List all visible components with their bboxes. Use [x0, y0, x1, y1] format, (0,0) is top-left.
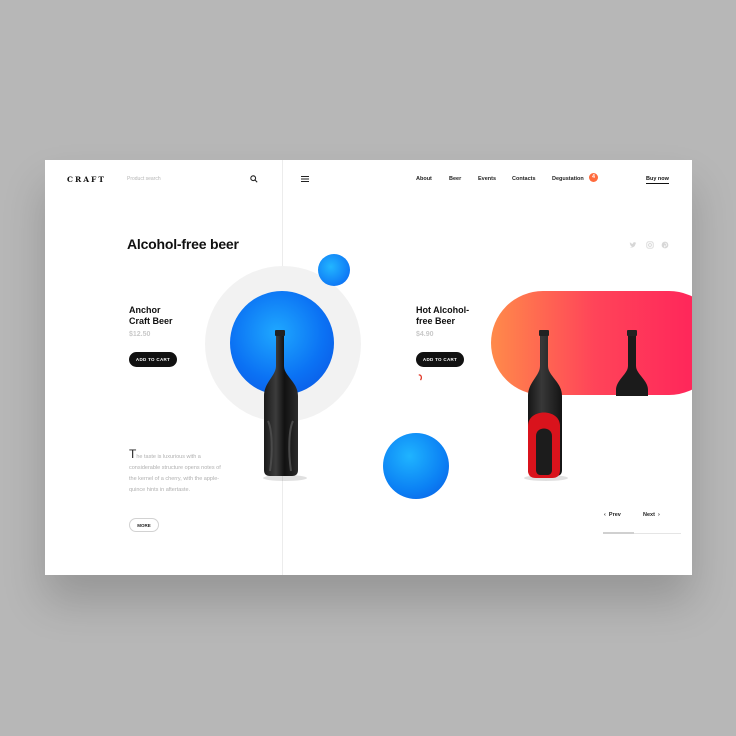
- next-button[interactable]: Next ›: [643, 512, 660, 518]
- next-label: Next: [643, 512, 655, 518]
- chevron-left-icon: ‹: [604, 512, 606, 518]
- product-description: The taste is luxurious with a considerab…: [129, 448, 221, 496]
- page-title: Alcohol-free beer: [127, 236, 239, 252]
- product-1-name-line1: Anchor: [129, 305, 161, 315]
- middle-blue-circle: [383, 433, 449, 499]
- prev-label: Prev: [608, 512, 621, 518]
- small-blue-circle: [318, 254, 350, 286]
- product-2-name: Hot Alcohol- free Beer: [416, 305, 469, 327]
- nav-events[interactable]: Events: [478, 176, 496, 182]
- nav-beer[interactable]: Beer: [449, 176, 461, 182]
- chili-icon: [418, 374, 423, 381]
- search-icon[interactable]: [250, 175, 258, 183]
- degustation-badge: 4: [589, 173, 598, 182]
- brand-logo[interactable]: CRAFT: [67, 175, 106, 184]
- product-1-add-to-cart-button[interactable]: ADD TO CART: [129, 352, 177, 367]
- black-bottle-image: [263, 330, 307, 481]
- buy-now-link[interactable]: Buy now: [646, 176, 669, 184]
- description-text: he taste is luxurious with a considerabl…: [129, 454, 221, 493]
- more-button[interactable]: MORE: [129, 518, 159, 532]
- product-2-add-to-cart-button[interactable]: ADD TO CART: [416, 352, 464, 367]
- product-1-price: $12.50: [129, 331, 151, 338]
- pager-progress: [603, 532, 634, 534]
- menu-icon[interactable]: [301, 176, 309, 182]
- nav-about[interactable]: About: [416, 176, 432, 182]
- product-2-name-line2: free Beer: [416, 316, 456, 326]
- prev-button[interactable]: ‹ Prev: [604, 512, 621, 518]
- cropped-bottle-image: [616, 330, 648, 396]
- nav-degustation[interactable]: Degustation: [552, 176, 584, 182]
- pinterest-icon[interactable]: [661, 241, 669, 249]
- red-bottle-image: [524, 330, 568, 481]
- instagram-icon[interactable]: [646, 241, 654, 249]
- main-card: CRAFT About Beer Events Contacts Degusta…: [45, 160, 692, 575]
- nav-contacts[interactable]: Contacts: [512, 176, 536, 182]
- product-2-name-line1: Hot Alcohol-: [416, 305, 470, 315]
- product-1-name-line2: Craft Beer: [129, 316, 173, 326]
- product-2-price: $4.90: [416, 331, 434, 338]
- product-1-name: Anchor Craft Beer: [129, 305, 173, 327]
- search-input[interactable]: [127, 173, 237, 185]
- twitter-icon[interactable]: [629, 241, 637, 249]
- chevron-right-icon: ›: [657, 512, 660, 518]
